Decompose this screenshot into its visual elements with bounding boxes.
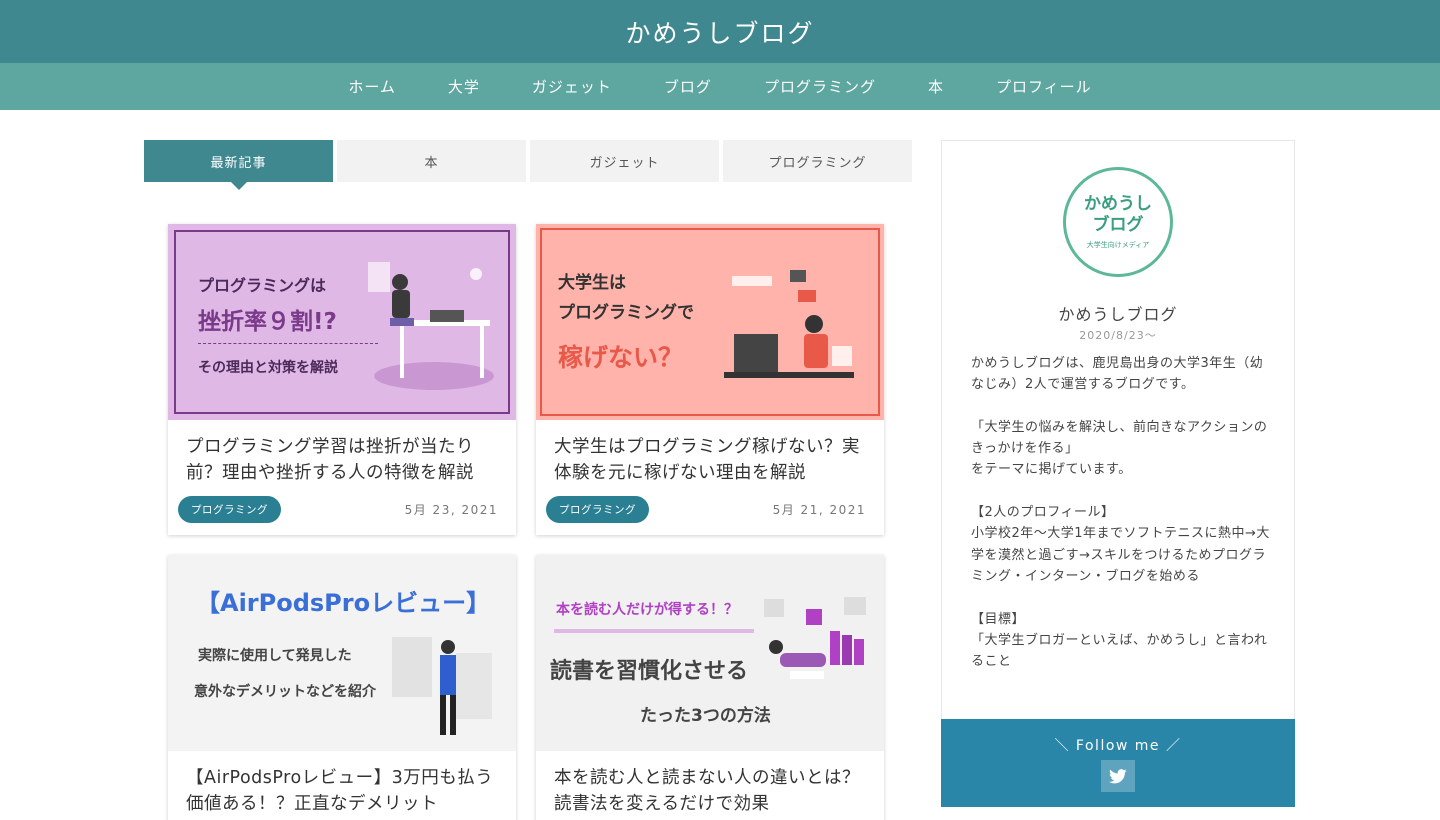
thumbnail-underline bbox=[554, 629, 754, 633]
nav-item-blog[interactable]: ブログ bbox=[664, 76, 712, 97]
thumbnail-line3: たった3つの方法 bbox=[640, 706, 771, 726]
thumbnail-line3: 意外なデメリットなどを紹介 bbox=[194, 684, 376, 700]
card-title[interactable]: 【AirPodsProレビュー】3万円も払う価値ある！？正直なデメリット bbox=[168, 751, 516, 817]
card-title[interactable]: 大学生はプログラミング稼げない？実体験を元に稼げない理由を解説 bbox=[536, 420, 884, 486]
twitter-icon bbox=[1109, 768, 1127, 783]
nav-item-programming[interactable]: プログラミング bbox=[764, 76, 876, 97]
card-thumbnail[interactable]: 本を読む人だけが得する！？ 読書を習慣化させる たった3つの方法 bbox=[536, 555, 884, 751]
follow-box: ＼ Follow me ／ bbox=[941, 719, 1295, 807]
thumbnail-line2: 挫折率９割!? bbox=[198, 309, 337, 335]
twitter-button[interactable] bbox=[1101, 760, 1135, 792]
card-title[interactable]: 本を読む人と読まない人の違いとは？読書法を変えるだけで効果 bbox=[536, 751, 884, 817]
nav-item-profile[interactable]: プロフィール bbox=[996, 76, 1092, 97]
thumbnail-line1: プログラミングは bbox=[198, 276, 327, 295]
article-card[interactable]: 【AirPodsProレビュー】 実際に使用して発見した 意外なデメリットなどを… bbox=[168, 555, 516, 820]
profile-name: かめうしブログ bbox=[1058, 305, 1178, 324]
nav-item-home[interactable]: ホーム bbox=[348, 76, 396, 97]
article-card[interactable]: 大学生は プログラミングで 稼げない？ 大学生はプログラミング稼げない？実体験を… bbox=[536, 224, 884, 535]
card-meta: プログラミング 5月 23, 2021 bbox=[178, 496, 498, 523]
thumbnail-line3: その理由と対策を解説 bbox=[198, 360, 338, 376]
person-reading-illustration bbox=[764, 597, 866, 679]
person-at-desk-illustration bbox=[368, 262, 494, 390]
article-card[interactable]: プログラミングは 挫折率９割!? その理由と対策を解説 プログラミング学習は挫折… bbox=[168, 224, 516, 535]
nav-item-books[interactable]: 本 bbox=[928, 76, 944, 97]
site-header: かめうしブログ bbox=[0, 0, 1440, 63]
follow-label: ＼ Follow me ／ bbox=[1054, 738, 1182, 754]
article-tabs: 最新記事 本 ガジェット プログラミング bbox=[144, 140, 912, 190]
card-thumbnail[interactable]: 大学生は プログラミングで 稼げない？ bbox=[536, 224, 884, 420]
thumbnail-line2: 読書を習慣化させる bbox=[550, 659, 749, 684]
thumbnail-line2: プログラミングで bbox=[558, 303, 694, 323]
thumbnail-line3: 稼げない？ bbox=[558, 343, 684, 372]
profile-bio: かめうしブログは、鹿児島出身の大学3年生（幼なじみ）2人で運営するブログです。 … bbox=[971, 356, 1270, 670]
blog-logo: かめうし ブログ 大学生向けメディア bbox=[1063, 167, 1173, 277]
category-badge[interactable]: プログラミング bbox=[178, 496, 281, 523]
card-meta: プログラミング 5月 21, 2021 bbox=[546, 496, 866, 523]
person-at-computer-illustration bbox=[724, 270, 854, 378]
tab-programming[interactable]: プログラミング bbox=[723, 140, 912, 182]
nav-item-gadget[interactable]: ガジェット bbox=[532, 76, 612, 97]
profile-since: 2020/8/23〜 bbox=[1079, 329, 1157, 342]
thumbnail-line1: 大学生は bbox=[558, 273, 626, 293]
thumbnail-line1: 【AirPodsProレビュー】 bbox=[196, 589, 491, 617]
thumbnail-divider bbox=[198, 343, 378, 344]
profile-widget: かめうし ブログ 大学生向けメディア かめうしブログ 2020/8/23〜 かめ… bbox=[941, 140, 1295, 807]
logo-text: かめうし ブログ bbox=[1084, 194, 1152, 235]
global-nav: ホーム 大学 ガジェット ブログ プログラミング 本 プロフィール bbox=[0, 63, 1440, 110]
card-thumbnail[interactable]: 【AirPodsProレビュー】 実際に使用して発見した 意外なデメリットなどを… bbox=[168, 555, 516, 751]
post-date: 5月 23, 2021 bbox=[404, 503, 498, 517]
tab-books[interactable]: 本 bbox=[337, 140, 526, 182]
tab-latest[interactable]: 最新記事 bbox=[144, 140, 333, 190]
thumbnail-line1: 本を読む人だけが得する！？ bbox=[556, 602, 738, 618]
card-title[interactable]: プログラミング学習は挫折が当たり前？理由や挫折する人の特徴を解説 bbox=[168, 420, 516, 486]
nav-item-university[interactable]: 大学 bbox=[448, 76, 480, 97]
card-thumbnail[interactable]: プログラミングは 挫折率９割!? その理由と対策を解説 bbox=[168, 224, 516, 420]
site-title[interactable]: かめうしブログ bbox=[625, 14, 814, 50]
logo-subtext: 大学生向けメディア bbox=[1086, 241, 1150, 249]
person-listening-illustration bbox=[392, 637, 492, 735]
thumbnail-line2: 実際に使用して発見した bbox=[198, 648, 352, 664]
article-card[interactable]: 本を読む人だけが得する！？ 読書を習慣化させる たった3つの方法 本を読む人と読… bbox=[536, 555, 884, 820]
post-date: 5月 21, 2021 bbox=[772, 503, 866, 517]
category-badge[interactable]: プログラミング bbox=[546, 496, 649, 523]
tab-gadget[interactable]: ガジェット bbox=[530, 140, 719, 182]
